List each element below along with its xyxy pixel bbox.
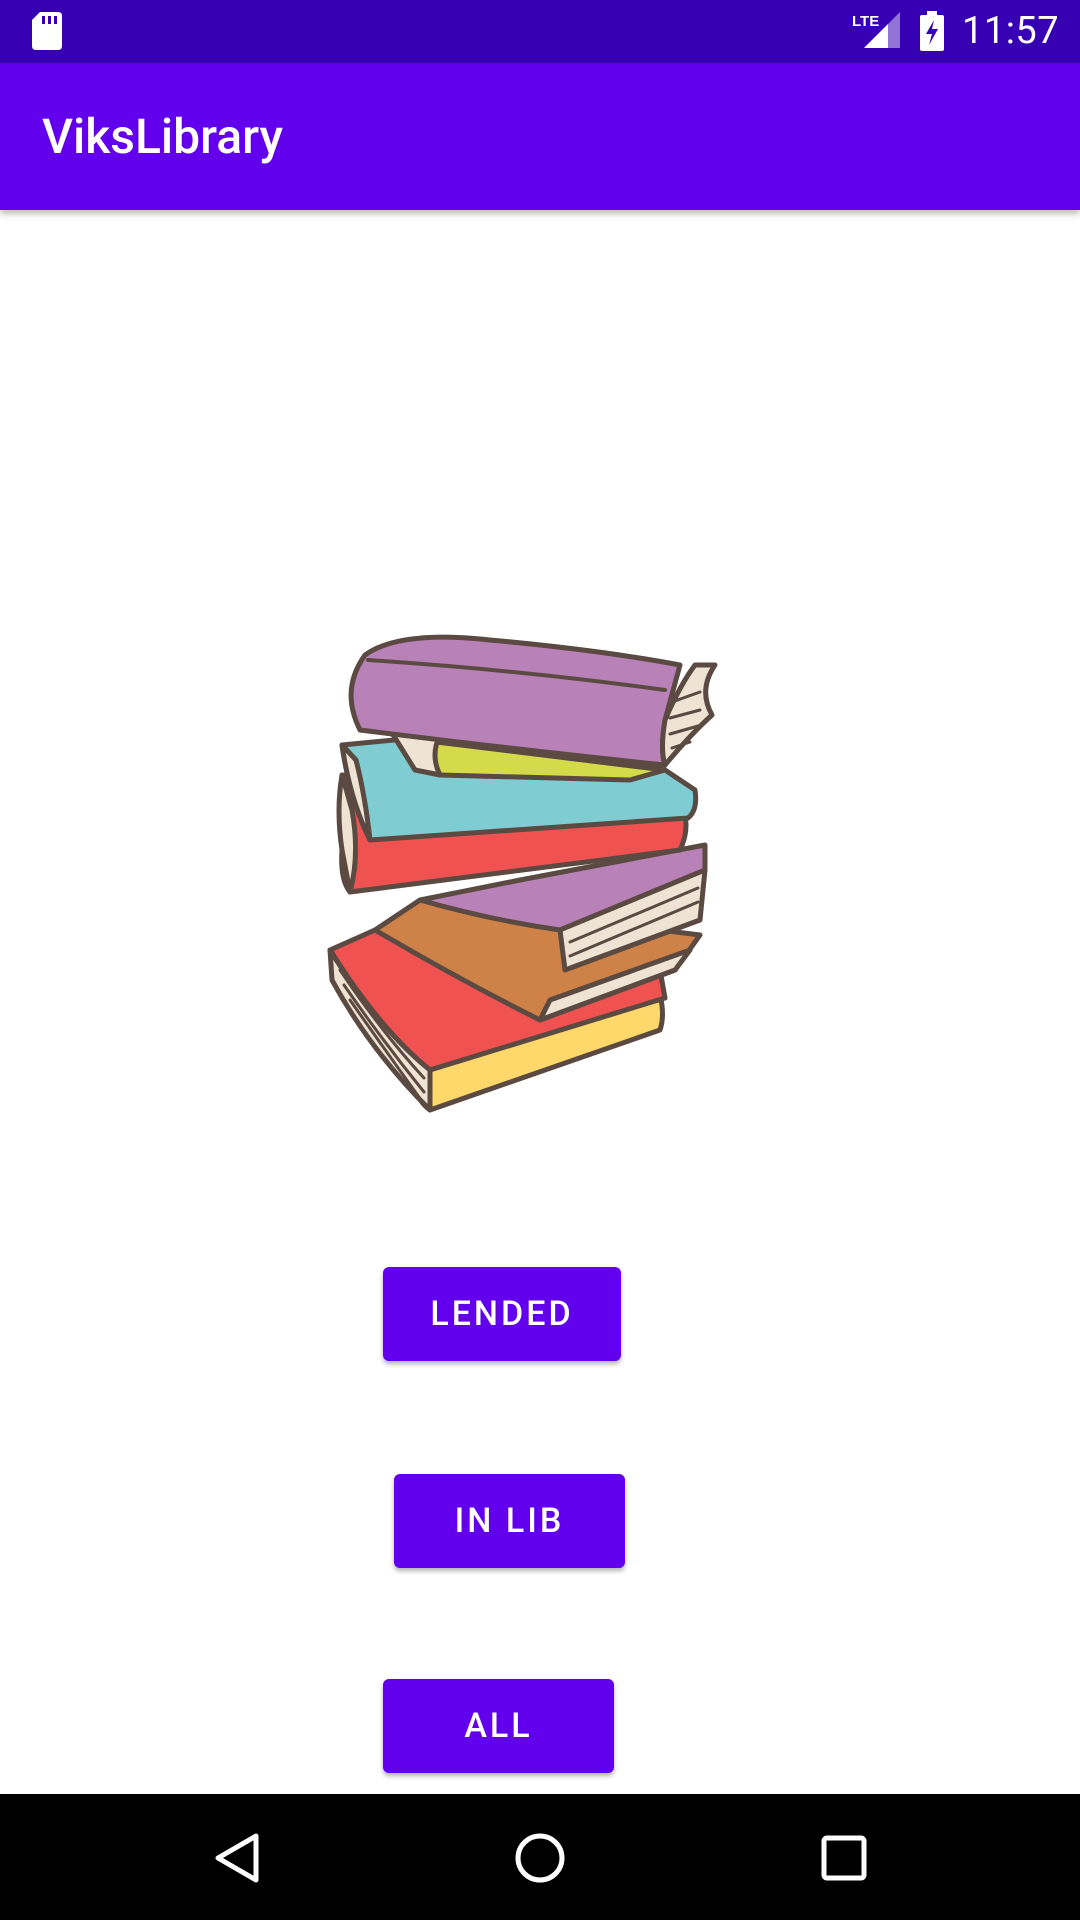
- app-bar: ViksLibrary: [0, 63, 1080, 210]
- status-time: 11:57: [962, 9, 1060, 53]
- sd-card-icon: [32, 12, 62, 50]
- app-title: ViksLibrary: [42, 108, 283, 165]
- back-icon[interactable]: [212, 1832, 262, 1884]
- recents-icon[interactable]: [821, 1835, 867, 1881]
- in-lib-button[interactable]: IN LIB: [394, 1474, 625, 1568]
- status-bar: LTE 11:57: [0, 0, 1080, 63]
- lte-label: LTE: [852, 13, 879, 30]
- stack-of-books-illustration: [327, 634, 718, 1113]
- lte-signal-icon: LTE: [852, 12, 900, 48]
- all-button[interactable]: ALL: [383, 1679, 614, 1773]
- battery-charging-icon: [920, 11, 944, 51]
- home-icon[interactable]: [514, 1832, 566, 1884]
- lended-button[interactable]: LENDED: [383, 1267, 621, 1361]
